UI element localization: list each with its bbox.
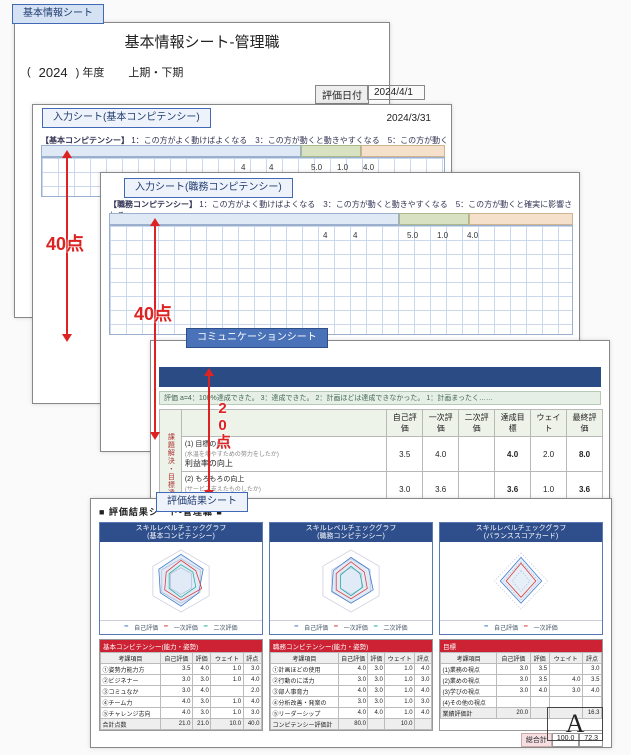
year-value: 2024 (39, 65, 68, 80)
cell: 5.0 (407, 231, 418, 240)
radar-box: スキルレベルチェックグラフ(基本コンピテンシー) ━自己評価 ━一次評価 ━二次… (99, 522, 263, 635)
page-title: 基本情報シート-管理職 (15, 31, 389, 52)
cell[interactable]: 2.0 (531, 437, 567, 472)
cell: 1.0 (337, 163, 348, 172)
sheet2-date: 2024/3/31 (387, 113, 432, 124)
radar-cap: スキルレベルチェックグラフ (136, 525, 227, 532)
radar-box: スキルレベルチェックグラフ(職務コンピテンシー) ━自己評価 ━一次評価 ━二次… (269, 522, 433, 635)
tab-result[interactable]: 評価結果シート (156, 492, 248, 512)
cell: 4 (353, 231, 357, 240)
grade-box: A (547, 707, 603, 741)
cell: 4 (323, 231, 327, 240)
legend-item: 一次評価 (174, 623, 198, 632)
cell[interactable]: 8.0 (567, 437, 603, 472)
summary-table: 基本コンピテンシー(能力・姿勢) 考課項目自己評価評価ウェイト評点 ①姿勢力能力… (99, 639, 263, 731)
radar-cap: スキルレベルチェックグラフ (476, 525, 567, 532)
radar-chart-icon (440, 542, 602, 620)
score-label: 40点 (46, 230, 84, 256)
col-first: 一次評価 (423, 410, 459, 437)
col-final: 最終評価 (567, 410, 603, 437)
table-cap: 基本コンピテンシー(能力・姿勢) (100, 640, 262, 652)
table-cap: 目標 (440, 640, 602, 652)
sheet2-header-text: 【基本コンピテンシー】 (41, 136, 129, 145)
table-cap: 職務コンピテンシー(能力・姿勢) (270, 640, 432, 652)
tab-basic-info[interactable]: 基本情報シート (12, 4, 104, 24)
legend-item: 一次評価 (534, 623, 558, 632)
cell: 1.0 (437, 231, 448, 240)
legend-item: 一次評価 (344, 623, 368, 632)
period-toggle[interactable]: 上期・下期 (128, 64, 183, 80)
col-second: 二次評価 (459, 410, 495, 437)
legend-item: 自己評価 (134, 623, 158, 632)
legend-item: 二次評価 (383, 623, 407, 632)
score-label: 40点 (134, 300, 172, 326)
radar-chart-icon (270, 542, 432, 620)
legend-item: 自己評価 (494, 623, 518, 632)
col-self: 自己評価 (387, 410, 423, 437)
eval-date-value: 2024/4/1 (367, 85, 425, 100)
cell: 4 (241, 163, 245, 172)
row-label: (2) もろもろの向上 (185, 474, 383, 484)
cell: 5.0 (311, 163, 322, 172)
year-open: ( (27, 66, 31, 78)
sheet3-header-text: 【職務コンピテンシー】 (109, 200, 197, 209)
col-weight: ウェイト (531, 410, 567, 437)
cell[interactable]: 4.0 (495, 437, 531, 472)
tab-basic-competency[interactable]: 入力シート(基本コンピテンシー) (42, 108, 211, 128)
legend-item: 二次評価 (213, 623, 237, 632)
col-target: 達成目標 (495, 410, 531, 437)
cell[interactable]: 3.5 (387, 437, 423, 472)
legend-item: 自己評価 (304, 623, 328, 632)
row-sub: (水温を増やすための努力をしたか) (185, 449, 383, 458)
radar-cap: スキルレベルチェックグラフ (306, 525, 397, 532)
grand-total: 総合計 100.0 72.3 (91, 733, 603, 747)
cell[interactable]: 4.0 (423, 437, 459, 472)
summary-tables: 基本コンピテンシー(能力・姿勢) 考課項目自己評価評価ウェイト評点 ①姿勢力能力… (99, 639, 603, 731)
radar-sub: (職務コンピテンシー) (317, 533, 385, 540)
summary-table: 職務コンピテンシー(能力・姿勢) 考課項目自己評価評価ウェイト評点 ①計画ほどの… (269, 639, 433, 731)
radar-sub: (バランススコアカード) (484, 533, 559, 540)
sheet-result: ■ 評価結果シート-管理職 ■ スキルレベルチェックグラフ(基本コンピテンシー) (90, 498, 612, 748)
radar-row: スキルレベルチェックグラフ(基本コンピテンシー) ━自己評価 ━一次評価 ━二次… (99, 522, 603, 635)
radar-chart-icon (100, 542, 262, 620)
radar-box: スキルレベルチェックグラフ(バランススコアカード) ━自己評価 ━一次評価 (439, 522, 603, 635)
radar-sub: (基本コンピテンシー) (147, 533, 215, 540)
cell: 4 (269, 163, 273, 172)
score-label: 20点 (212, 400, 233, 449)
cell: 4.0 (363, 163, 374, 172)
cell[interactable] (459, 437, 495, 472)
tab-job-competency[interactable]: 入力シート(職務コンピテンシー) (124, 178, 293, 198)
comm-header-bar (159, 367, 601, 387)
eval-date-label: 評価日付 (315, 85, 369, 104)
year-close: ) 年度 (76, 64, 105, 80)
row-item: 利益率の向上 (185, 458, 383, 469)
tab-communication[interactable]: コミュニケーションシート (186, 328, 328, 348)
cell: 4.0 (467, 231, 478, 240)
